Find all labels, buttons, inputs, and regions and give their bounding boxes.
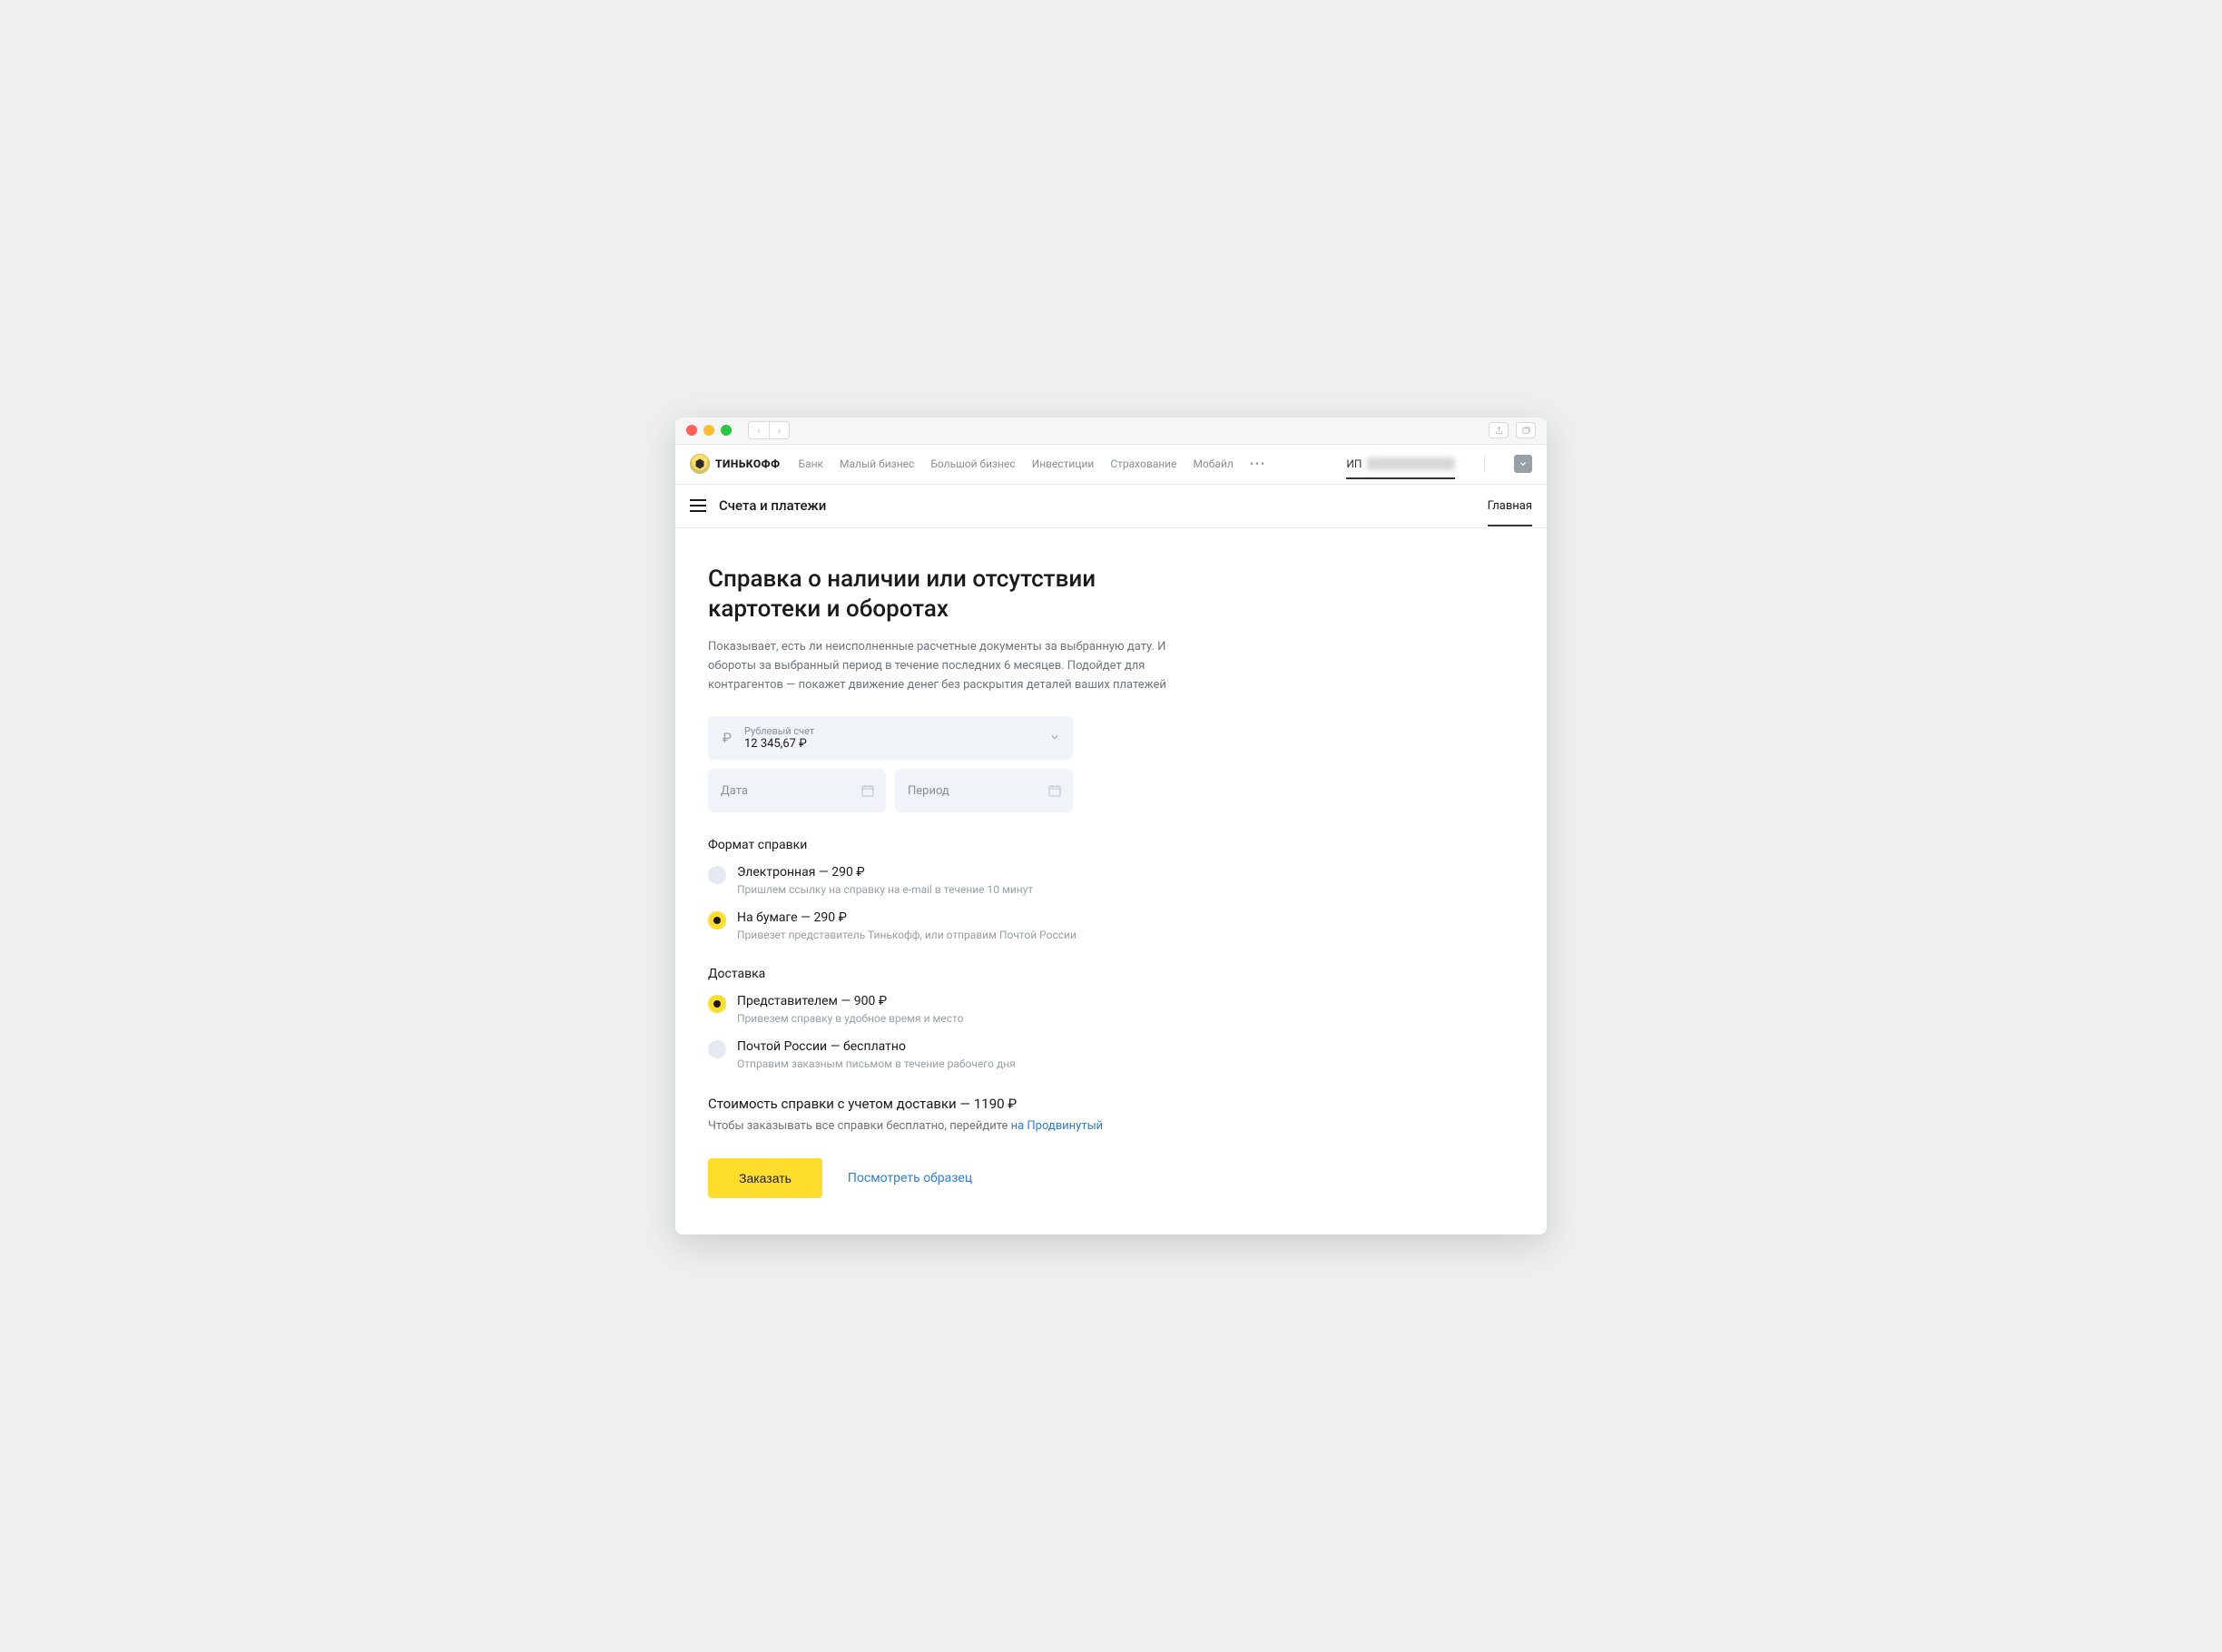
- calendar-icon: [1047, 783, 1062, 798]
- view-sample-link[interactable]: Посмотреть образец: [848, 1171, 972, 1185]
- nav-arrows: ‹ ›: [748, 421, 790, 439]
- order-button[interactable]: Заказать: [708, 1158, 822, 1198]
- maximize-window-button[interactable]: [721, 425, 732, 436]
- tab-main[interactable]: Главная: [1488, 499, 1532, 526]
- delivery-option-post[interactable]: Почтой России — бесплатно Отправим заказ…: [708, 1039, 1514, 1070]
- period-placeholder: Период: [908, 784, 949, 798]
- ruble-icon: ₽: [721, 730, 733, 746]
- app-window: ‹ › ТИНЬКОФФ Банк Малый бизнес Большой б…: [675, 418, 1547, 1235]
- format-option-paper[interactable]: На бумаге — 290 ₽ Привезет представитель…: [708, 910, 1514, 941]
- date-input[interactable]: Дата: [708, 769, 886, 812]
- page-title: Справка о наличии или отсутствии картоте…: [708, 565, 1180, 626]
- nav-link-insurance[interactable]: Страхование: [1110, 457, 1176, 470]
- account-value: 12 345,67 ₽: [744, 737, 814, 751]
- account-dropdown-icon[interactable]: [1514, 455, 1532, 473]
- forward-button[interactable]: ›: [769, 422, 789, 438]
- account-label: Рублевый счет: [744, 726, 814, 737]
- format-option-sub: Пришлем ссылку на справку на e-mail в те…: [737, 883, 1033, 896]
- page-description: Показывает, есть ли неисполненные расчет…: [708, 638, 1180, 694]
- calendar-icon: [860, 783, 875, 798]
- nav-link-small-business[interactable]: Малый бизнес: [840, 457, 914, 470]
- tabs-button[interactable]: [1516, 422, 1536, 438]
- date-placeholder: Дата: [721, 784, 748, 798]
- logo-text: ТИНЬКОФФ: [715, 457, 781, 470]
- global-nav-links: Банк Малый бизнес Большой бизнес Инвести…: [799, 457, 1266, 470]
- account-prefix: ИП: [1346, 457, 1362, 470]
- nav-link-mobile[interactable]: Мобайл: [1193, 457, 1233, 470]
- traffic-lights: [686, 425, 732, 436]
- main-content: Справка о наличии или отсутствии картоте…: [675, 528, 1547, 1235]
- window-titlebar: ‹ ›: [675, 418, 1547, 445]
- radio-icon: [708, 995, 726, 1013]
- nav-link-investments[interactable]: Инвестиции: [1032, 457, 1095, 470]
- upgrade-plan-link[interactable]: на Продвинутый: [1011, 1119, 1104, 1133]
- radio-icon: [708, 866, 726, 884]
- format-option-label: На бумаге — 290 ₽: [737, 910, 1077, 925]
- account-name-redacted: xxxxxx xxx: [1367, 457, 1455, 470]
- logo-icon: [690, 454, 710, 474]
- format-option-electronic[interactable]: Электронная — 290 ₽ Пришлем ссылку на сп…: [708, 865, 1514, 896]
- account-switcher[interactable]: ИП xxxxxx xxx: [1346, 457, 1455, 479]
- sub-header: Счета и платежи Главная: [675, 485, 1547, 528]
- total-hint-text: Чтобы заказывать все справки бесплатно, …: [708, 1119, 1011, 1133]
- menu-icon[interactable]: [690, 499, 706, 512]
- close-window-button[interactable]: [686, 425, 697, 436]
- minimize-window-button[interactable]: [703, 425, 714, 436]
- nav-more-icon[interactable]: •••: [1250, 457, 1266, 470]
- global-nav: ТИНЬКОФФ Банк Малый бизнес Большой бизне…: [675, 445, 1547, 485]
- delivery-option-label: Представителем — 900 ₽: [737, 994, 963, 1008]
- delivery-option-representative[interactable]: Представителем — 900 ₽ Привезем справку …: [708, 994, 1514, 1025]
- section-title: Счета и платежи: [719, 497, 826, 514]
- delivery-option-sub: Отправим заказным письмом в течение рабо…: [737, 1057, 1016, 1070]
- share-button[interactable]: [1489, 422, 1509, 438]
- total-cost: Стоимость справки с учетом доставки — 11…: [708, 1096, 1514, 1112]
- period-input[interactable]: Период: [895, 769, 1073, 812]
- nav-link-bank[interactable]: Банк: [799, 457, 824, 470]
- nav-link-big-business[interactable]: Большой бизнес: [930, 457, 1015, 470]
- delivery-option-sub: Привезем справку в удобное время и место: [737, 1012, 963, 1025]
- divider: [1484, 455, 1485, 473]
- total-hint: Чтобы заказывать все справки бесплатно, …: [708, 1119, 1514, 1133]
- radio-icon: [708, 1040, 726, 1058]
- account-select[interactable]: ₽ Рублевый счет 12 345,67 ₽: [708, 716, 1073, 760]
- format-option-sub: Привезет представитель Тинькофф, или отп…: [737, 929, 1077, 941]
- logo[interactable]: ТИНЬКОФФ: [690, 454, 781, 474]
- back-button[interactable]: ‹: [749, 422, 769, 438]
- chevron-down-icon: [1049, 732, 1060, 745]
- delivery-option-label: Почтой России — бесплатно: [737, 1039, 1016, 1054]
- radio-icon: [708, 911, 726, 929]
- format-option-label: Электронная — 290 ₽: [737, 865, 1033, 880]
- format-section-title: Формат справки: [708, 838, 1514, 852]
- delivery-section-title: Доставка: [708, 967, 1514, 981]
